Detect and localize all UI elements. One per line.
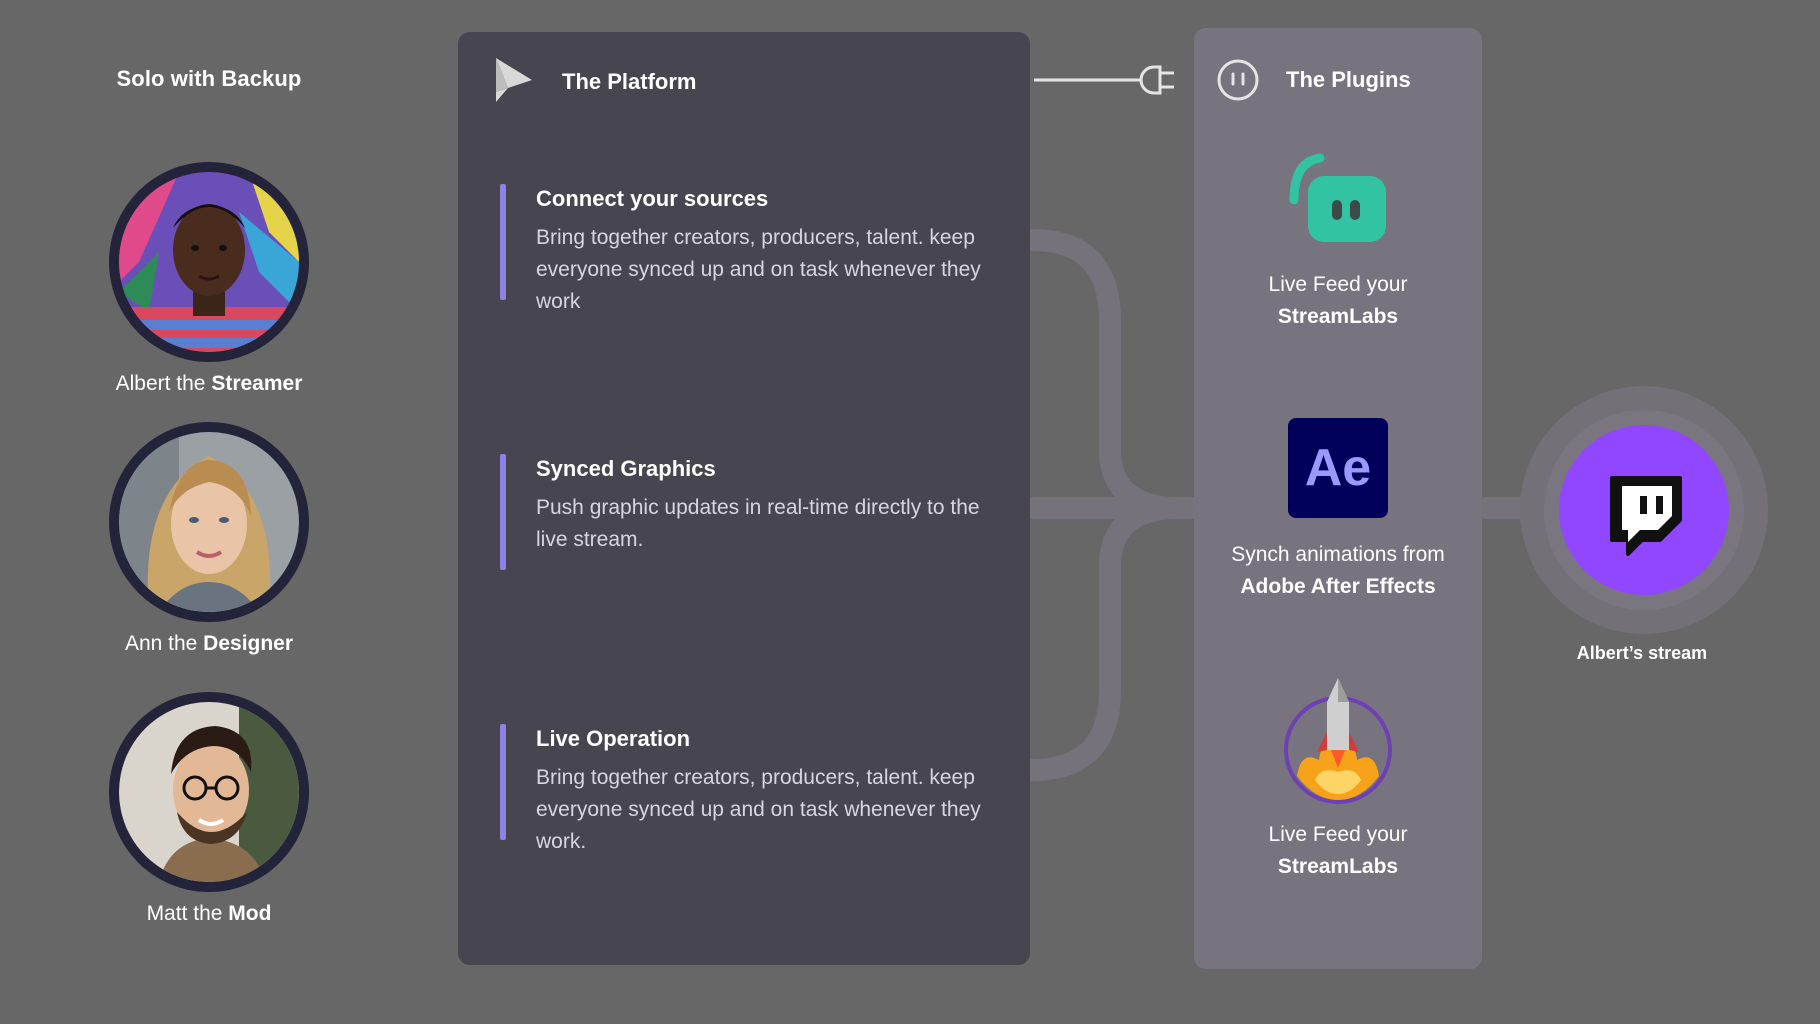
feature-accent-bar bbox=[500, 454, 506, 570]
avatar bbox=[109, 422, 309, 622]
plugin-streamlabs: Live Feed your StreamLabs bbox=[1194, 152, 1482, 333]
plug-icon bbox=[1034, 65, 1174, 95]
member-name: Ann the Designer bbox=[124, 632, 294, 655]
member-name: Matt the Mod bbox=[146, 902, 272, 925]
feature-title: Live Operation bbox=[536, 726, 691, 751]
feature-accent-bar bbox=[500, 724, 506, 840]
feature-synced-graphics: Synced Graphics Push graphic updates in … bbox=[500, 454, 1000, 570]
plugin-after-effects: Ae Synch animations from Adobe After Eff… bbox=[1194, 418, 1482, 603]
avatar-ann bbox=[119, 432, 299, 612]
feature-title: Connect your sources bbox=[536, 186, 769, 211]
platform-logo-icon bbox=[496, 58, 532, 102]
plugin-caption: Synch animations from Adobe After Effect… bbox=[1231, 543, 1445, 598]
plugins-panel: The Plugins Live Feed your StreamLabs Ae… bbox=[1194, 28, 1482, 969]
feature-title: Synced Graphics bbox=[536, 456, 716, 481]
plugin-rocket-streamlabs: Live Feed your StreamLabs bbox=[1194, 676, 1482, 883]
feature-accent-bar bbox=[500, 184, 506, 300]
avatar-matt bbox=[119, 702, 299, 882]
target-stream-caption: Albert’s stream bbox=[1576, 643, 1708, 663]
avatar bbox=[109, 162, 309, 362]
svg-text:Ae: Ae bbox=[1305, 439, 1371, 497]
member-streamer: Albert the Streamer bbox=[96, 162, 322, 396]
avatar-albert bbox=[119, 172, 299, 352]
feature-description: Bring together creators, producers, tale… bbox=[536, 226, 981, 313]
plugins-title: The Plugins bbox=[1286, 67, 1411, 92]
plugin-caption: Live Feed your StreamLabs bbox=[1268, 823, 1408, 878]
platform-panel: The Platform Connect your sources Bring … bbox=[458, 32, 1030, 965]
feature-description: Push graphic updates in real-time direct… bbox=[536, 496, 980, 551]
member-mod: Matt the Mod bbox=[96, 692, 322, 926]
rocket-icon bbox=[1284, 678, 1392, 804]
feature-description: Bring together creators, producers, tale… bbox=[536, 766, 981, 853]
plugin-caption: Live Feed your StreamLabs bbox=[1268, 273, 1408, 328]
platform-title: The Platform bbox=[562, 69, 697, 94]
member-name: Albert the Streamer bbox=[115, 372, 303, 395]
feature-live-operation: Live Operation Bring together creators, … bbox=[500, 724, 1000, 858]
member-designer: Ann the Designer bbox=[96, 422, 322, 656]
avatar bbox=[109, 692, 309, 892]
streamlabs-icon bbox=[1289, 153, 1386, 242]
feature-connect-sources: Connect your sources Bring together crea… bbox=[500, 184, 1000, 318]
plugins-socket-icon bbox=[1217, 59, 1259, 101]
after-effects-icon: Ae bbox=[1288, 418, 1388, 518]
team-title: Solo with Backup bbox=[116, 66, 302, 91]
